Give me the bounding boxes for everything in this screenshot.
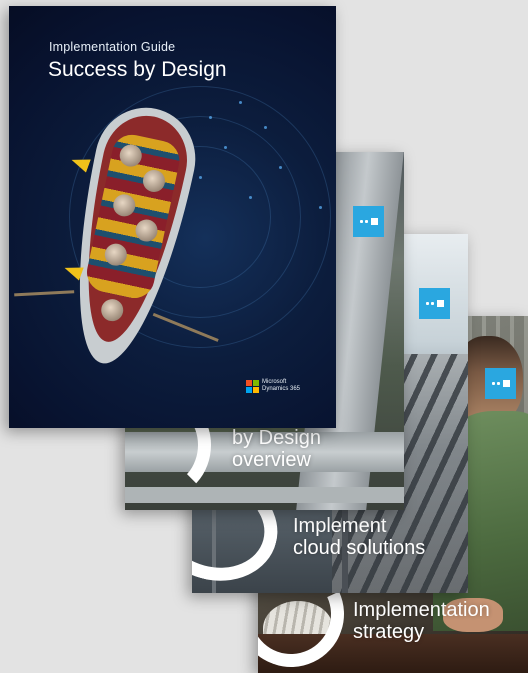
success-by-design-badge-icon (419, 288, 450, 319)
doc-heading-overview: by Design overview (232, 427, 321, 471)
brand-line2: Dynamics 365 (262, 386, 301, 392)
doc-heading-cloud-solutions: Implement cloud solutions (293, 515, 425, 559)
water-sparkle (319, 206, 322, 209)
doc-heading-line1: Implementation (353, 599, 490, 621)
water-sparkle (239, 101, 242, 104)
oar (14, 290, 75, 297)
water-sparkle (224, 146, 227, 149)
water-sparkle (264, 126, 267, 129)
water-sparkle (249, 196, 252, 199)
cover-title: Success by Design (48, 58, 227, 81)
doc-heading-line1: by Design (232, 427, 321, 449)
doc-heading-line2: overview (232, 449, 311, 471)
doc-heading-strategy: Implementation strategy (353, 599, 490, 643)
cover-eyebrow: Implementation Guide (49, 40, 176, 54)
microsoft-logo: Microsoft Dynamics 365 (246, 379, 300, 393)
success-by-design-badge-icon (485, 368, 516, 399)
brand-text: Microsoft Dynamics 365 (262, 379, 300, 393)
doc-cover-implementation-guide: Implementation Guide Success by Design M… (9, 6, 336, 428)
water-sparkle (199, 176, 202, 179)
brand-line1: Microsoft (262, 379, 287, 385)
success-by-design-badge-icon (353, 206, 384, 237)
microsoft-logo-icon (246, 379, 259, 393)
doc-heading-line1: Implement (293, 515, 387, 537)
water-sparkle (279, 166, 282, 169)
doc-heading-line2: strategy (353, 621, 425, 643)
water-sparkle (209, 116, 212, 119)
doc-heading-line2: cloud solutions (293, 537, 426, 559)
